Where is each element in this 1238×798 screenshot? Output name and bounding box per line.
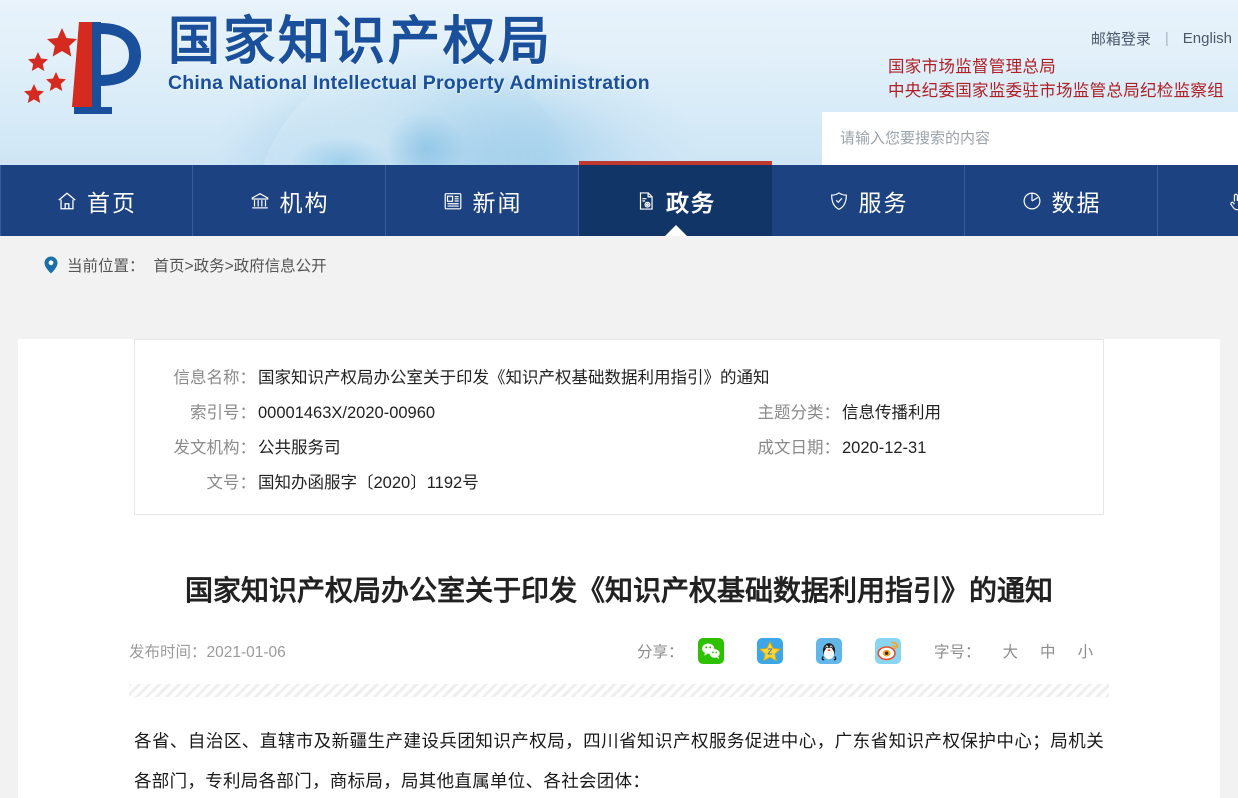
breadcrumb-path[interactable]: 首页>政务>政府信息公开 bbox=[154, 254, 327, 276]
meta-label: 信息名称 bbox=[171, 364, 256, 388]
meta-row: 文号 国知办函服字〔2020〕1192号 bbox=[135, 463, 1103, 498]
meta-value: 信息传播利用 bbox=[842, 403, 941, 422]
bank-icon bbox=[249, 190, 271, 212]
agency-line-2: 中央纪委国家监委驻市场监管总局纪检监察组 bbox=[888, 81, 1224, 100]
meta-value: 国知办函服字〔2020〕1192号 bbox=[258, 473, 479, 492]
toplink-divider: | bbox=[1164, 30, 1169, 47]
font-size-label: 字号 bbox=[934, 640, 981, 662]
meta-row: 发文机构 公共服务司 成文日期 2020-12-31 bbox=[135, 428, 1103, 463]
nav-item-interaction[interactable]: 互 bbox=[1158, 165, 1238, 236]
publish-time-label: 发布时间： bbox=[129, 644, 207, 662]
nav-item-service[interactable]: 服务 bbox=[772, 165, 965, 236]
site-logo[interactable]: 国家知识产权局 China National Intellectual Prop… bbox=[16, 10, 650, 130]
font-size-control: 字号 大 中 小 bbox=[934, 640, 1093, 662]
affiliated-agency-text: 国家市场监督管理总局 中央纪委国家监委驻市场监管总局纪检监察组 bbox=[888, 56, 1224, 104]
nav-item-government-affairs[interactable]: 政务 bbox=[579, 161, 772, 236]
publish-time: 发布时间：2021-01-06 bbox=[129, 640, 286, 662]
nav-label-data: 数据 bbox=[1051, 189, 1102, 216]
meta-cell-information-name: 信息名称 国家知识产权局办公室关于印发《知识产权基础数据利用指引》的通知 bbox=[135, 364, 770, 388]
cnipa-emblem-icon bbox=[16, 10, 166, 130]
nav-label-home: 首页 bbox=[87, 189, 137, 216]
english-link[interactable]: English bbox=[1183, 30, 1232, 47]
meta-row: 信息名称 国家知识产权局办公室关于印发《知识产权基础数据利用指引》的通知 bbox=[135, 358, 1103, 393]
mail-login-link[interactable]: 邮箱登录 bbox=[1091, 28, 1151, 49]
location-pin-icon bbox=[44, 256, 58, 274]
meta-cell-issuing-agency: 发文机构 公共服务司 bbox=[135, 434, 735, 458]
nav-item-home[interactable]: 首页 bbox=[0, 165, 193, 236]
meta-label: 主题分类 bbox=[755, 399, 840, 423]
nav-item-organization[interactable]: 机构 bbox=[193, 165, 386, 236]
pie-chart-icon bbox=[1021, 190, 1043, 212]
home-icon bbox=[56, 190, 78, 212]
header-top-links: 邮箱登录 | English bbox=[1091, 28, 1232, 49]
article-meta-row: 发布时间：2021-01-06 分享 ： Z 字号 ： 大 中 小 bbox=[129, 638, 1109, 666]
meta-cell-index-number: 索引号 00001463X/2020-00960 bbox=[135, 399, 735, 423]
meta-value: 00001463X/2020-00960 bbox=[258, 403, 436, 422]
nav-label-service: 服务 bbox=[858, 189, 909, 216]
meta-label: 发文机构 bbox=[171, 434, 256, 458]
document-meta-box: 信息名称 国家知识产权局办公室关于印发《知识产权基础数据利用指引》的通知 索引号… bbox=[134, 339, 1104, 515]
publish-time-value: 2021-01-06 bbox=[206, 644, 286, 662]
nav-item-data[interactable]: 数据 bbox=[965, 165, 1158, 236]
document-gear-icon bbox=[635, 190, 657, 212]
nav-label-organization: 机构 bbox=[279, 189, 330, 216]
logo-title-cn: 国家知识产权局 bbox=[168, 12, 554, 72]
content-panel: 信息名称 国家知识产权局办公室关于印发《知识产权基础数据利用指引》的通知 索引号… bbox=[18, 339, 1220, 798]
svg-text:Z: Z bbox=[767, 647, 772, 657]
font-size-large[interactable]: 大 bbox=[1003, 640, 1019, 662]
meta-cell-document-date: 成文日期 2020-12-31 bbox=[735, 434, 1095, 458]
meta-label: 文号 bbox=[171, 469, 256, 493]
meta-cell-document-number: 文号 国知办函服字〔2020〕1192号 bbox=[135, 469, 735, 493]
font-size-medium[interactable]: 中 bbox=[1040, 640, 1056, 662]
breadcrumb-bar: 当前位置： 首页>政务>政府信息公开 bbox=[0, 236, 1238, 294]
font-size-small[interactable]: 小 bbox=[1078, 640, 1094, 662]
meta-label: 索引号 bbox=[171, 399, 256, 423]
share-label: 分享 bbox=[637, 640, 684, 662]
article-body: 各省、自治区、直辖市及新疆生产建设兵团知识产权局，四川省知识产权服务促进中心，广… bbox=[134, 732, 1104, 792]
meta-row: 索引号 00001463X/2020-00960 主题分类 信息传播利用 bbox=[135, 393, 1103, 428]
search-box[interactable] bbox=[822, 112, 1238, 165]
hand-tap-icon bbox=[1226, 190, 1238, 212]
section-divider bbox=[129, 684, 1109, 698]
site-header: 国家知识产权局 China National Intellectual Prop… bbox=[0, 0, 1238, 165]
breadcrumb: 当前位置： 首页>政务>政府信息公开 bbox=[44, 254, 327, 276]
meta-label: 成文日期 bbox=[755, 434, 840, 458]
share-bar: 分享 Z bbox=[637, 638, 909, 665]
breadcrumb-prefix: 当前位置： bbox=[67, 258, 145, 275]
nav-label-government-affairs: 政务 bbox=[666, 189, 716, 216]
meta-value: 国家知识产权局办公室关于印发《知识产权基础数据利用指引》的通知 bbox=[258, 368, 770, 387]
meta-cell-topic-category: 主题分类 信息传播利用 bbox=[735, 399, 1095, 423]
shield-check-icon bbox=[828, 190, 850, 212]
nav-label-news: 新闻 bbox=[472, 189, 523, 216]
page-title: 国家知识产权局办公室关于印发《知识产权基础数据利用指引》的通知 bbox=[184, 574, 1053, 607]
agency-line-1: 国家市场监督管理总局 bbox=[888, 58, 1056, 76]
meta-value: 2020-12-31 bbox=[842, 438, 927, 457]
main-navigation: 首页 机构 新闻 政务 服务 数据 bbox=[0, 161, 1238, 236]
meta-value: 公共服务司 bbox=[258, 438, 341, 457]
search-input[interactable] bbox=[822, 112, 1238, 165]
logo-title-en: China National Intellectual Property Adm… bbox=[168, 72, 650, 95]
nav-item-news[interactable]: 新闻 bbox=[386, 165, 579, 236]
qzone-star-icon[interactable]: Z bbox=[756, 638, 783, 665]
newspaper-icon bbox=[442, 190, 464, 212]
qq-icon[interactable] bbox=[815, 638, 842, 665]
weibo-icon[interactable] bbox=[874, 638, 901, 665]
wechat-icon[interactable] bbox=[697, 638, 724, 665]
